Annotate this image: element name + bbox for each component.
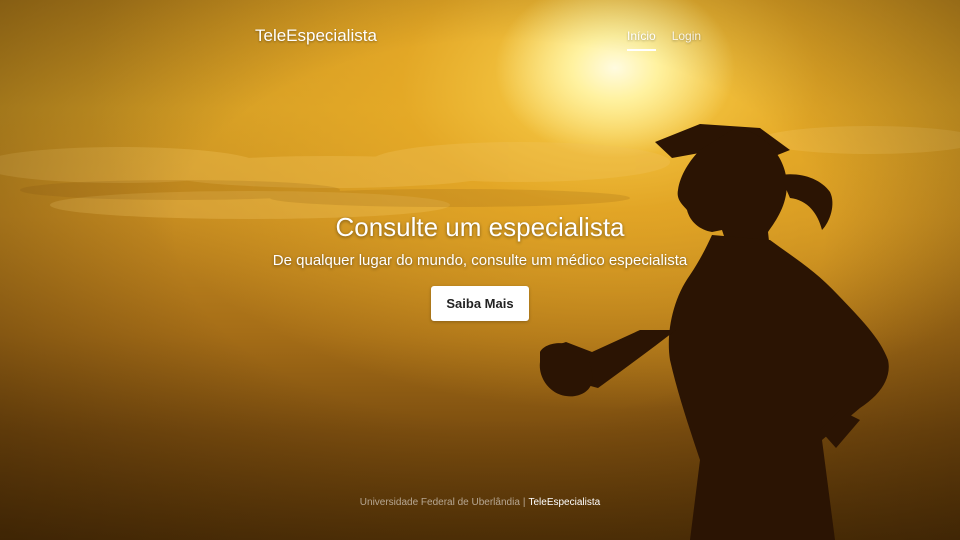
nav-link-login[interactable]: Login xyxy=(672,29,701,51)
footer-separator: | xyxy=(522,497,526,508)
footer: Universidade Federal de Uberlândia | TeleE… xyxy=(0,497,960,508)
hero-section: Consulte um especialista De qualquer lug… xyxy=(0,212,960,321)
hero-subtitle: De qualquer lugar do mundo, consulte um … xyxy=(272,252,688,269)
nav-item-inicio: Início xyxy=(627,29,656,51)
top-nav: Início Login xyxy=(627,29,701,51)
brand-logo-link[interactable]: TeleEspecialista xyxy=(255,26,377,46)
hero-title: Consulte um especialista xyxy=(335,212,625,242)
footer-teleespecialista-link[interactable]: TeleEspecialista xyxy=(528,497,600,508)
footer-university-text: Universidade Federal de Uberlândia xyxy=(359,497,520,508)
saiba-mais-button[interactable]: Saiba Mais xyxy=(431,286,529,321)
page: TeleEspecialista Início Login Consulte u… xyxy=(0,0,960,540)
nav-link-inicio[interactable]: Início xyxy=(627,29,656,51)
nav-item-login: Login xyxy=(672,29,701,51)
